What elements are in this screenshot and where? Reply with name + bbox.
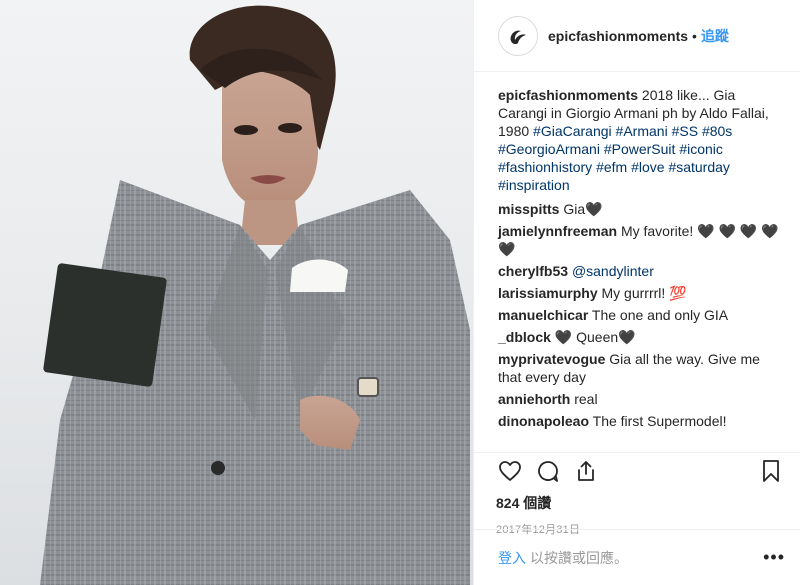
- share-icon[interactable]: [572, 457, 600, 485]
- comment-username[interactable]: dinonapoleao: [498, 413, 589, 429]
- comment-username[interactable]: anniehorth: [498, 391, 570, 407]
- comment: myprivatevogue Gia all the way. Give me …: [498, 350, 784, 386]
- bookmark-icon[interactable]: [757, 457, 785, 485]
- comment-text: 🖤 Queen🖤: [554, 329, 636, 345]
- hashtag[interactable]: #saturday: [668, 159, 729, 175]
- comment: cherylfb53 @sandylinter: [498, 262, 784, 280]
- header-username[interactable]: epicfashionmoments: [548, 28, 688, 44]
- hashtag[interactable]: #efm: [596, 159, 627, 175]
- follow-button[interactable]: 追蹤: [701, 26, 729, 46]
- comment-text: The one and only GIA: [591, 307, 729, 323]
- efm-logo-icon: [510, 30, 526, 44]
- comment-text: real: [574, 391, 598, 407]
- likes-count[interactable]: 824 個讚: [496, 493, 785, 513]
- hashtag[interactable]: #GeorgioArmani: [498, 141, 600, 157]
- hashtag[interactable]: #80s: [702, 123, 732, 139]
- comment-username[interactable]: jamielynnfreeman: [498, 223, 617, 239]
- comment: manuelchicar The one and only GIA: [498, 306, 784, 324]
- login-prompt-text: 以按讚或回應。: [530, 549, 628, 566]
- caption-username[interactable]: epicfashionmoments: [498, 87, 638, 103]
- comment-username[interactable]: _dblock: [498, 329, 551, 345]
- comment-username[interactable]: manuelchicar: [498, 307, 588, 323]
- action-icons: [496, 453, 785, 489]
- hashtag[interactable]: #fashionhistory: [498, 159, 592, 175]
- comment: dinonapoleao The first Supermodel!: [498, 412, 784, 430]
- comment-username[interactable]: cherylfb53: [498, 263, 568, 279]
- heart-icon[interactable]: [496, 457, 524, 485]
- hashtag[interactable]: #GiaCarangi: [533, 123, 612, 139]
- hashtag[interactable]: #SS: [672, 123, 698, 139]
- hashtag[interactable]: #iconic: [679, 141, 723, 157]
- post-caption: epicfashionmoments 2018 like... Gia Cara…: [498, 86, 784, 194]
- comment-text: My gurrrrl! 💯: [601, 285, 687, 301]
- instagram-post: epicfashionmoments • 追蹤 epicfashionmomen…: [0, 0, 800, 585]
- comments-list: epicfashionmoments 2018 like... Gia Cara…: [474, 72, 800, 452]
- fashion-photo-illustration: [40, 5, 470, 585]
- comment-mention[interactable]: @sandylinter: [572, 263, 654, 279]
- comment-icon[interactable]: [534, 457, 562, 485]
- comment: anniehorth real: [498, 390, 784, 408]
- comment-username[interactable]: larissiamurphy: [498, 285, 598, 301]
- hashtag[interactable]: #love: [631, 159, 664, 175]
- comment: misspitts Gia🖤: [498, 200, 784, 218]
- hashtag[interactable]: #PowerSuit: [604, 141, 676, 157]
- comment: jamielynnfreeman My favorite! 🖤 🖤 🖤 🖤 🖤: [498, 222, 784, 258]
- post-side-panel: epicfashionmoments • 追蹤 epicfashionmomen…: [473, 0, 800, 585]
- hashtag[interactable]: #inspiration: [498, 177, 570, 193]
- post-photo[interactable]: [0, 0, 473, 585]
- hashtag[interactable]: #Armani: [616, 123, 668, 139]
- comment-text: Gia🖤: [563, 201, 603, 217]
- avatar[interactable]: [498, 15, 538, 56]
- comment: _dblock 🖤 Queen🖤: [498, 328, 784, 346]
- post-header: epicfashionmoments • 追蹤: [474, 0, 800, 72]
- comment-username[interactable]: misspitts: [498, 201, 559, 217]
- comment-text: The first Supermodel!: [592, 413, 727, 429]
- comment-username[interactable]: myprivatevogue: [498, 351, 605, 367]
- login-link[interactable]: 登入: [498, 548, 526, 568]
- login-bar: 登入 以按讚或回應。 •••: [474, 529, 800, 585]
- header-separator: •: [692, 27, 697, 44]
- more-options-icon[interactable]: •••: [763, 547, 785, 568]
- comment: larissiamurphy My gurrrrl! 💯: [498, 284, 784, 302]
